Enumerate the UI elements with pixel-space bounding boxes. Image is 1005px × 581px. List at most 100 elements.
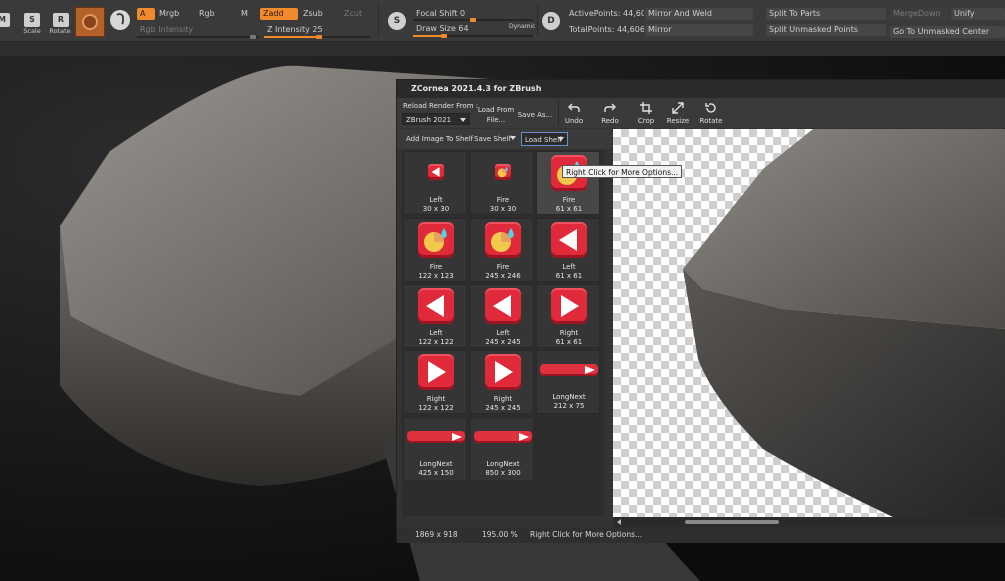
preview-render — [683, 129, 1005, 517]
toolbar-strip — [0, 42, 1005, 56]
rotate-icon: R — [53, 13, 69, 27]
mirror-and-weld-button[interactable]: Mirror And Weld — [645, 8, 753, 20]
redo-button[interactable]: Redo — [597, 102, 623, 126]
merge-down-button[interactable]: MergeDown — [890, 8, 948, 20]
shelf-item-name: Left — [429, 196, 443, 204]
a-button[interactable]: A — [137, 8, 155, 20]
shelf-item-name: LongNext — [419, 460, 453, 468]
reload-render-dropdown[interactable]: ZBrush 2021 — [402, 113, 470, 125]
arrow-right-icon — [551, 288, 587, 324]
shelf-item[interactable]: LongNext 850 x 300 — [470, 417, 534, 481]
scale-tool[interactable]: S Scale — [19, 13, 45, 35]
undo-button[interactable]: Undo — [561, 102, 587, 126]
zcornea-toolbar: Reload Render From : ZBrush 2021 Load Fr… — [397, 98, 1005, 128]
shelf-item-name: Fire — [496, 263, 510, 271]
move-tool[interactable]: M — [0, 13, 10, 27]
rotate-label: Rotate — [699, 117, 723, 125]
shelf-item[interactable]: Right 245 x 245 — [470, 350, 534, 414]
shelf-item[interactable]: LongNext 425 x 150 — [403, 417, 467, 481]
top-toolbar: M S Scale R Rotate A Mrgb Rgb M Zadd Zsu… — [0, 0, 1005, 42]
arrow-right-icon — [485, 354, 521, 390]
add-image-to-shelf-button[interactable]: Add Image To Shelf — [403, 132, 476, 146]
redo-label: Redo — [601, 117, 619, 125]
resize-button[interactable]: Resize — [665, 102, 691, 126]
long-next-icon — [540, 364, 598, 376]
z-intensity-knob[interactable] — [316, 35, 322, 39]
long-next-icon — [474, 431, 532, 443]
shelf-item[interactable]: Right 61 x 61 — [536, 284, 600, 348]
shelf-item[interactable]: LongNext 212 x 75 — [536, 350, 600, 414]
rotate-button[interactable]: Rotate — [698, 102, 724, 126]
shelf-item-name: Fire — [562, 196, 576, 204]
shelf-item-size: 212 x 75 — [553, 402, 585, 410]
arrow-left-icon — [551, 222, 587, 258]
active-points: ActivePoints: 44,606 — [569, 9, 644, 18]
arrow-right-icon — [418, 354, 454, 390]
scrollbar-thumb[interactable] — [685, 520, 779, 524]
arrow-left-icon — [428, 164, 444, 180]
load-shelf-dropdown[interactable]: Load Shelf — [521, 132, 568, 146]
shelf-item[interactable]: Fire 61 x 61 — [536, 151, 600, 215]
shelf-item-name: LongNext — [552, 393, 586, 401]
scale-icon: S — [24, 13, 40, 27]
brush-thumbnail[interactable] — [75, 7, 105, 37]
shelf-item[interactable]: Left 122 x 122 — [403, 284, 467, 348]
m-button[interactable]: M — [238, 8, 256, 20]
crop-button[interactable]: Crop — [633, 102, 659, 126]
zcut-button[interactable]: Zcut — [341, 8, 371, 20]
rotate-icon — [705, 103, 716, 113]
shelf-item-size: 850 x 300 — [485, 469, 521, 477]
arrow-left-icon — [485, 288, 521, 324]
resize-label: Resize — [666, 117, 690, 125]
shelf-item[interactable]: Fire 245 x 246 — [470, 218, 534, 282]
unify-button[interactable]: Unify — [951, 8, 1005, 20]
shelf-item-size: 122 x 122 — [418, 404, 454, 412]
long-next-icon — [407, 431, 465, 443]
stroke-icon[interactable] — [110, 10, 130, 30]
focal-shift-knob[interactable] — [470, 18, 476, 22]
rgb-intensity-track — [137, 36, 259, 38]
mirror-button[interactable]: Mirror — [645, 24, 753, 36]
move-icon: M — [0, 13, 10, 27]
go-to-unmasked-center-button[interactable]: Go To Unmasked Center — [890, 26, 1005, 38]
s-size-icon[interactable]: S — [388, 12, 406, 30]
rgb-button[interactable]: Rgb — [196, 8, 234, 20]
shelf-item-name: Left — [496, 329, 510, 337]
rgb-intensity-slider[interactable]: Rgb Intensity — [137, 24, 259, 36]
zsub-button[interactable]: Zsub — [300, 8, 338, 20]
zadd-button[interactable]: Zadd — [260, 8, 298, 20]
shelf-item-size: 425 x 150 — [418, 469, 454, 477]
rgb-intensity-knob[interactable] — [250, 35, 256, 39]
shelf-item[interactable]: Fire 122 x 123 — [403, 218, 467, 282]
save-shelf-dropdown[interactable]: Save Shelf — [471, 132, 519, 146]
shelf-item-name: LongNext — [486, 460, 520, 468]
save-as-button[interactable]: Save As... — [517, 110, 553, 120]
rotate-label: Rotate — [49, 27, 71, 35]
chevron-down-icon — [460, 118, 466, 122]
split-unmasked-points-button[interactable]: Split Unmasked Points — [766, 24, 886, 36]
shelf-item-name: Left — [429, 329, 443, 337]
d-dynamic-icon[interactable]: D — [542, 12, 560, 30]
shelf-item-name: Fire — [429, 263, 443, 271]
scroll-left-icon[interactable] — [617, 519, 621, 525]
shelf-item-size: 61 x 61 — [555, 272, 583, 280]
shelf-item-name: Right — [426, 395, 446, 403]
draw-size-knob[interactable] — [441, 34, 447, 38]
shelf-item[interactable]: Left 245 x 245 — [470, 284, 534, 348]
total-points: TotalPoints: 44,606 — [569, 25, 644, 34]
split-to-parts-button[interactable]: Split To Parts — [766, 8, 886, 20]
image-preview[interactable] — [613, 129, 1005, 517]
shelf-item[interactable]: Right 122 x 122 — [403, 350, 467, 414]
horizontal-scrollbar[interactable] — [613, 517, 1005, 527]
load-from-file-button[interactable]: Load From File... — [477, 105, 515, 125]
dynamic-toggle[interactable]: Dynamic — [509, 23, 535, 30]
shelf-item[interactable]: Left 61 x 61 — [536, 218, 600, 282]
reload-render-label: Reload Render From : — [403, 102, 479, 110]
shelf-item[interactable]: Left 30 x 30 — [403, 151, 467, 215]
shelf-item-name: Fire — [496, 196, 510, 204]
rotate-tool[interactable]: R Rotate — [47, 13, 73, 35]
shelf-item[interactable]: Fire 30 x 30 — [470, 151, 534, 215]
scale-label: Scale — [23, 27, 41, 35]
mrgb-button[interactable]: Mrgb — [156, 8, 194, 20]
shelf-item-size: 122 x 122 — [418, 338, 454, 346]
